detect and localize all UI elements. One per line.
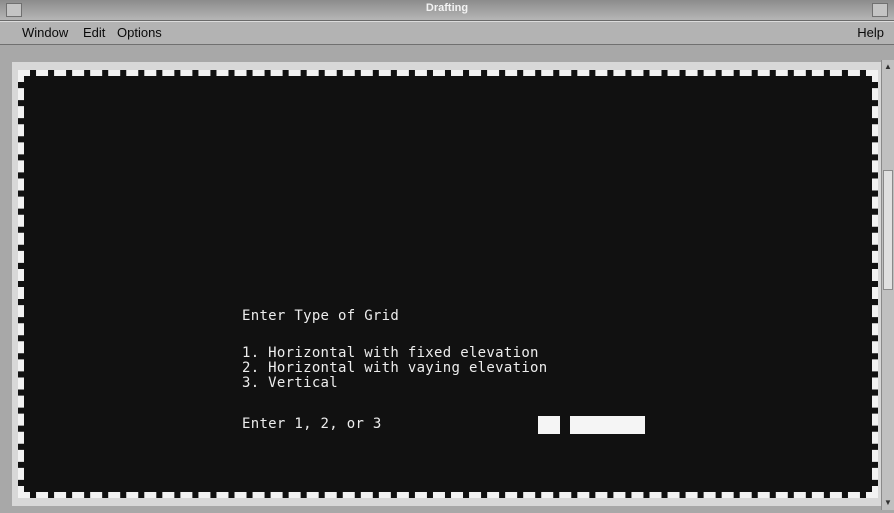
terminal-frame: Enter Type of Grid 1. Horizontal with fi…	[12, 62, 884, 506]
scroll-down-arrow-icon[interactable]: ▼	[883, 498, 893, 508]
window-title: Drafting	[425, 2, 469, 14]
grid-choice-input[interactable]	[538, 416, 560, 434]
menu-edit-label: Edit	[83, 25, 106, 40]
vertical-scrollbar[interactable]: ▲ ▼	[881, 60, 894, 510]
application-window: Drafting Window Edit Options Help Enter …	[0, 0, 894, 513]
scrollbar-thumb[interactable]	[883, 170, 893, 290]
menu-edit[interactable]: Edit	[83, 25, 105, 40]
grid-option-3: 3. Vertical	[242, 375, 339, 391]
entry-prompt: Enter 1, 2, or 3	[242, 416, 382, 432]
title-bar[interactable]: Drafting	[0, 0, 894, 21]
menu-help[interactable]: Help	[857, 25, 884, 40]
menu-window-label: Window	[22, 25, 69, 40]
grid-option-1: 1. Horizontal with fixed elevation	[242, 345, 539, 361]
terminal-screen[interactable]: Enter Type of Grid 1. Horizontal with fi…	[18, 70, 878, 498]
menu-help-label: Help	[857, 25, 884, 40]
menu-window[interactable]: Window	[22, 25, 68, 40]
menu-options[interactable]: Options	[117, 25, 162, 40]
menu-bar: Window Edit Options Help	[0, 21, 894, 45]
maximize-button[interactable]	[872, 3, 888, 17]
scroll-up-arrow-icon[interactable]: ▲	[883, 62, 893, 72]
grid-option-2: 2. Horizontal with vaying elevation	[242, 360, 548, 376]
menu-options-label: Options	[117, 25, 162, 40]
grid-type-heading: Enter Type of Grid	[242, 308, 400, 324]
secondary-input-field[interactable]	[570, 416, 645, 434]
